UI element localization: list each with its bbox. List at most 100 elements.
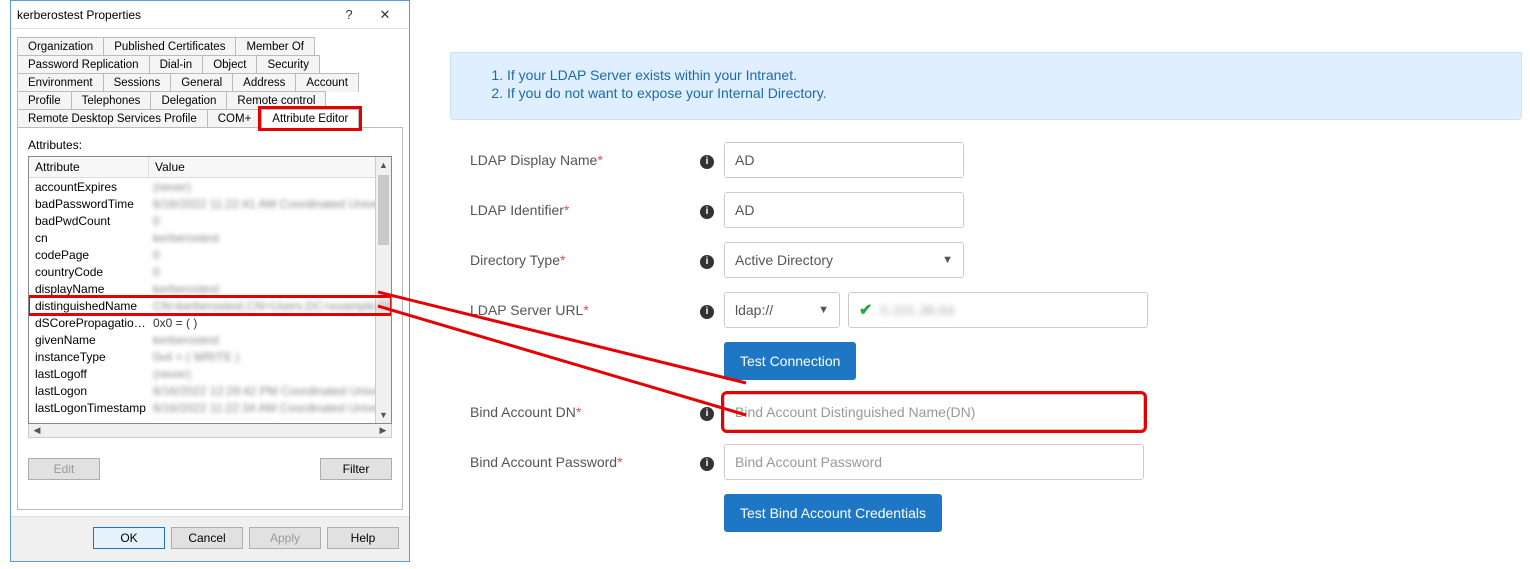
cell-value: kerberostest [149,282,391,296]
cell-value: 6/16/2022 11:22:41 AM Coordinated Univer [149,197,391,211]
info-icon[interactable]: i [690,151,724,169]
apply-button[interactable]: Apply [249,527,321,549]
list-buttons: Edit Filter [28,458,392,480]
row-directory-type: Directory Type* i Active Directory ▼ [450,242,1522,278]
cell-attribute: givenName [29,333,149,347]
ldap-config-form: If your LDAP Server exists within your I… [450,52,1522,546]
dialog-title: kerberostest Properties [17,8,331,22]
cell-attribute: lastLogonTimestamp [29,401,149,415]
tab-sessions[interactable]: Sessions [103,73,172,92]
table-row[interactable]: instanceType0x4 = ( WRITE ) [29,348,391,365]
table-row[interactable]: lastLogonTimestamp6/16/2022 11:22:34 AM … [29,399,391,416]
test-bind-button[interactable]: Test Bind Account Credentials [724,494,942,532]
label-directory-type: Directory Type* [450,252,690,268]
vertical-scrollbar[interactable]: ▲ ▼ [375,157,391,423]
table-row[interactable]: cnkerberostest [29,229,391,246]
banner-line-2: If you do not want to expose your Intern… [507,85,1491,101]
table-row[interactable]: distinguishedNameCN=kerberostest,CN=User… [29,297,391,314]
table-row[interactable]: displayNamekerberostest [29,280,391,297]
tab-com-plus[interactable]: COM+ [207,109,263,128]
table-row[interactable]: givenNamekerberostest [29,331,391,348]
info-icon[interactable]: i [690,251,724,269]
tab-published-certificates[interactable]: Published Certificates [103,37,236,56]
attributes-listbox[interactable]: Attribute Value accountExpires(never)bad… [28,156,392,424]
tab-address[interactable]: Address [232,73,296,92]
cell-attribute: instanceType [29,350,149,364]
tab-dial-in[interactable]: Dial-in [149,55,204,74]
test-connection-button[interactable]: Test Connection [724,342,856,380]
label-display-name: LDAP Display Name* [450,152,690,168]
scroll-down-icon[interactable]: ▼ [376,407,391,423]
tab-member-of[interactable]: Member Of [235,37,315,56]
tab-rds-profile[interactable]: Remote Desktop Services Profile [17,109,208,128]
table-row[interactable]: accountExpires(never) [29,178,391,195]
scroll-up-icon[interactable]: ▲ [376,157,391,173]
select-directory-type[interactable]: Active Directory ▼ [724,242,964,278]
tab-delegation[interactable]: Delegation [150,91,227,110]
info-icon[interactable]: i [690,453,724,471]
tab-general[interactable]: General [170,73,233,92]
input-display-name[interactable]: AD [724,142,964,178]
close-icon[interactable]: ✕ [367,3,403,27]
scroll-right-icon[interactable]: ▶ [375,424,391,437]
cancel-button[interactable]: Cancel [171,527,243,549]
input-server-url[interactable]: ✔ 0.101.38.64 [848,292,1148,328]
col-value[interactable]: Value [149,157,391,177]
url-value: 0.101.38.64 [880,302,954,318]
col-attribute[interactable]: Attribute [29,157,149,177]
row-server-url: LDAP Server URL* i ldap:// ▼ ✔ 0.101.38.… [450,292,1522,328]
cell-attribute: accountExpires [29,180,149,194]
tab-environment[interactable]: Environment [17,73,104,92]
horizontal-scrollbar[interactable]: ◀ ▶ [28,424,392,438]
edit-button[interactable]: Edit [28,458,100,480]
list-body: accountExpires(never)badPasswordTime6/16… [29,178,391,416]
input-identifier[interactable]: AD [724,192,964,228]
filter-button[interactable]: Filter [320,458,392,480]
cell-attribute: lastLogoff [29,367,149,381]
select-url-scheme[interactable]: ldap:// ▼ [724,292,840,328]
cell-attribute: badPwdCount [29,214,149,228]
cell-attribute: codePage [29,248,149,262]
cell-value: 6/16/2022 11:22:34 AM Coordinated Univer [149,401,391,415]
info-icon[interactable]: i [690,201,724,219]
row-test-bind: Test Bind Account Credentials [450,494,1522,532]
cell-value: (never) [149,367,391,381]
cell-attribute: displayName [29,282,149,296]
scroll-left-icon[interactable]: ◀ [29,424,45,437]
table-row[interactable]: badPwdCount0 [29,212,391,229]
label-identifier: LDAP Identifier* [450,202,690,218]
table-row[interactable]: codePage0 [29,246,391,263]
tab-remote-control[interactable]: Remote control [226,91,326,110]
tab-account[interactable]: Account [295,73,359,92]
scroll-thumb[interactable] [378,175,389,245]
table-row[interactable]: lastLogon6/16/2022 12:29:42 PM Coordinat… [29,382,391,399]
tab-profile[interactable]: Profile [17,91,72,110]
cell-value: kerberostest [149,333,391,347]
table-row[interactable]: dSCorePropagationD...0x0 = ( ) [29,314,391,331]
tab-object[interactable]: Object [202,55,257,74]
help-icon[interactable]: ? [331,3,367,27]
cell-value: 0 [149,214,391,228]
info-icon[interactable]: i [690,301,724,319]
attributes-label: Attributes: [28,138,392,152]
cell-value: 6/16/2022 12:29:42 PM Coordinated Univer [149,384,391,398]
tab-attribute-editor[interactable]: Attribute Editor [261,109,359,128]
tab-organization[interactable]: Organization [17,37,104,56]
info-icon[interactable]: i [690,403,724,421]
row-bind-dn: Bind Account DN* i Bind Account Distingu… [450,394,1522,430]
table-row[interactable]: badPasswordTime6/16/2022 11:22:41 AM Coo… [29,195,391,212]
table-row[interactable]: lastLogoff(never) [29,365,391,382]
input-bind-password[interactable]: Bind Account Password [724,444,1144,480]
banner-line-1: If your LDAP Server exists within your I… [507,67,1491,83]
help-button[interactable]: Help [327,527,399,549]
cell-value: 0x4 = ( WRITE ) [149,350,391,364]
input-bind-dn[interactable]: Bind Account Distinguished Name(DN) [724,394,1144,430]
ok-button[interactable]: OK [93,527,165,549]
cell-attribute: lastLogon [29,384,149,398]
tab-password-replication[interactable]: Password Replication [17,55,150,74]
row-identifier: LDAP Identifier* i AD [450,192,1522,228]
tab-pane: Attributes: Attribute Value accountExpir… [17,127,403,510]
table-row[interactable]: countryCode0 [29,263,391,280]
tab-security[interactable]: Security [256,55,320,74]
tab-telephones[interactable]: Telephones [71,91,152,110]
